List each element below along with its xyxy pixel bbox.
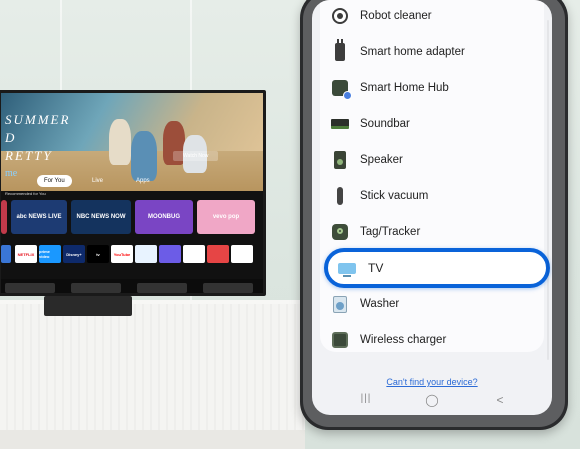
tv-bottom-tile <box>137 283 187 293</box>
tv-app-tile <box>183 245 205 263</box>
smart-home-hub-icon <box>332 80 352 100</box>
device-item-speaker[interactable]: Speaker <box>320 142 544 178</box>
device-item-label: Smart home adapter <box>360 46 465 58</box>
tv-stand <box>44 296 132 316</box>
recents-nav-icon[interactable]: ||| <box>356 393 376 404</box>
device-item-label: TV <box>368 261 384 275</box>
android-nav-bar: ||| ◯ < <box>312 385 552 415</box>
tv-card: MOONBUG <box>135 200 193 234</box>
scrollbar[interactable] <box>547 20 549 360</box>
tv-bottom-tile <box>71 283 121 293</box>
device-item-smart-home-adapter[interactable]: Smart home adapter <box>320 34 544 70</box>
tv-tab-for-you: For You <box>37 175 72 187</box>
smartphone: Robot cleaner Smart home adapter Smart H… <box>300 0 568 430</box>
tv-watch-now-button: Watch Now <box>173 151 219 161</box>
device-item-wireless-charger[interactable]: Wireless charger <box>320 322 544 358</box>
device-item-soundbar[interactable]: Soundbar <box>320 106 544 142</box>
tv-app-tile <box>1 245 11 263</box>
device-item-label: Washer <box>360 298 400 310</box>
device-item-label: Robot cleaner <box>360 10 432 22</box>
device-item-stick-vacuum[interactable]: Stick vacuum <box>320 178 544 214</box>
tv-recommended-row: abc NEWS LIVE NBC NEWS NOW MOONBUG vevo … <box>1 200 263 234</box>
tv-app-tile <box>159 245 181 263</box>
device-item-tv[interactable]: TV <box>324 248 550 288</box>
wireless-charger-icon <box>332 332 348 348</box>
device-list: Robot cleaner Smart home adapter Smart H… <box>320 0 550 352</box>
robot-cleaner-icon <box>332 8 348 24</box>
tv-app-tile <box>135 245 157 263</box>
floor <box>0 430 305 449</box>
tv-app-tile: prime video <box>39 245 61 263</box>
device-item-label: Smart Home Hub <box>360 82 449 94</box>
smart-home-adapter-icon <box>335 39 345 61</box>
speaker-icon <box>334 151 346 169</box>
phone-screen: Robot cleaner Smart home adapter Smart H… <box>312 0 552 415</box>
device-item-robot-cleaner[interactable]: Robot cleaner <box>320 0 544 34</box>
tv-hero-title: SUMMER D RETTY me <box>5 112 71 179</box>
device-item-washer[interactable]: Washer <box>320 286 544 322</box>
tv-app-tile <box>231 245 253 263</box>
tv-tab-live: Live <box>92 178 104 184</box>
tv-card <box>1 200 7 234</box>
device-item-smart-home-hub[interactable]: Smart Home Hub <box>320 70 544 106</box>
television: SUMMER D RETTY me Watch Now For You Live… <box>0 90 266 296</box>
tv-card: NBC NEWS NOW <box>71 200 131 234</box>
tv-card: vevo pop <box>197 200 255 234</box>
tv-app-tile: YouTube <box>111 245 133 263</box>
tv-bottom-tile <box>5 283 55 293</box>
home-nav-icon[interactable]: ◯ <box>422 393 442 407</box>
device-item-label: Wireless charger <box>360 334 447 346</box>
tv-app-tile <box>207 245 229 263</box>
tv-card: abc NEWS LIVE <box>11 200 67 234</box>
tv-app-tile: NETFLIX <box>15 245 37 263</box>
washer-icon <box>333 295 347 313</box>
tv-app-tile: Disney+ <box>63 245 85 263</box>
cabinet <box>0 304 305 449</box>
tv-tab-apps: Apps <box>136 178 150 184</box>
tv-app-tile: tv <box>87 245 109 263</box>
tv-recommended-label: Recommended for You <box>5 191 46 196</box>
back-nav-icon[interactable]: < <box>490 393 510 407</box>
device-item-tag-tracker[interactable]: Tag/Tracker <box>320 214 544 250</box>
tv-bottom-tile <box>203 283 253 293</box>
tv-bottom-row <box>1 279 263 293</box>
tag-tracker-icon <box>332 224 348 240</box>
device-item-label: Soundbar <box>360 118 410 130</box>
stick-vacuum-icon <box>337 187 343 205</box>
device-item-label: Stick vacuum <box>360 190 429 202</box>
soundbar-icon <box>331 119 349 129</box>
device-item-label: Speaker <box>360 154 403 166</box>
tv-icon <box>338 262 356 277</box>
device-item-label: Tag/Tracker <box>360 226 421 238</box>
tv-app-row: NETFLIX prime video Disney+ tv YouTube <box>1 245 263 265</box>
tv-tabs: For You Live Apps <box>1 175 263 189</box>
